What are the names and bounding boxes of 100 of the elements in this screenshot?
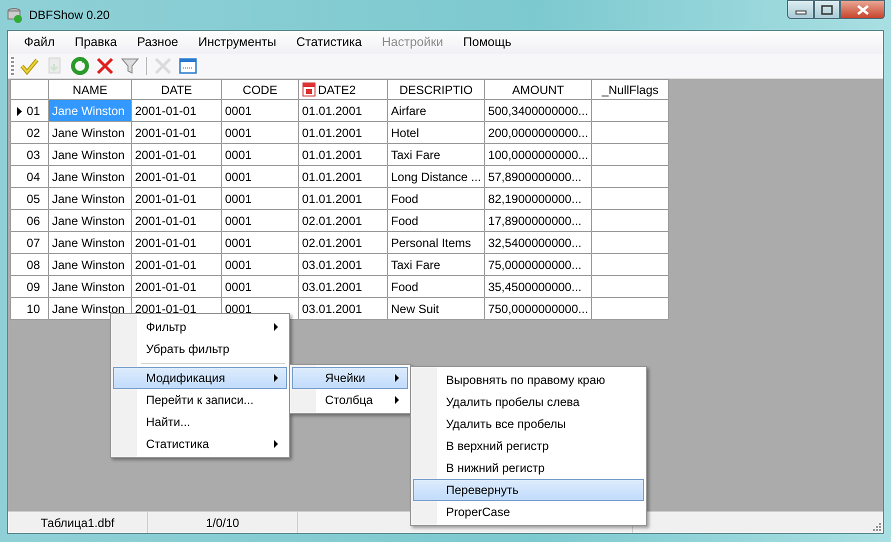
table-cell: Jane Winston bbox=[48, 188, 132, 210]
menu-item[interactable]: Удалить пробелы слева bbox=[413, 391, 644, 413]
table-cell: 0001 bbox=[222, 166, 298, 188]
table-cell: 0001 bbox=[222, 144, 298, 166]
column-header[interactable]: _NullFlags bbox=[592, 80, 669, 100]
table-cell: 75,0000000000... bbox=[484, 254, 592, 276]
table-cell: 82,1900000000... bbox=[484, 188, 592, 210]
close-icon bbox=[856, 4, 870, 14]
refresh-button[interactable] bbox=[69, 55, 91, 77]
table-cell: 01.01.2001 bbox=[298, 122, 388, 144]
menu-item[interactable]: Удалить все пробелы bbox=[413, 413, 644, 435]
menu-item[interactable]: В нижний регистр bbox=[413, 457, 644, 479]
refresh-icon bbox=[70, 56, 90, 76]
table-cell: Personal Items bbox=[388, 232, 485, 254]
menu-item[interactable]: Выровнять по правому краю bbox=[413, 369, 644, 391]
delete-button[interactable] bbox=[94, 55, 116, 77]
delete-icon bbox=[95, 56, 115, 76]
status-panel: 1/0/10 bbox=[148, 512, 298, 533]
table-cell: 02.01.2001 bbox=[298, 210, 388, 232]
table-cell: 57,8900000000... bbox=[484, 166, 592, 188]
column-header[interactable]: AMOUNT bbox=[484, 80, 592, 100]
table-cell: 35,4500000000... bbox=[484, 276, 592, 298]
row-header[interactable]: 07 bbox=[10, 232, 48, 254]
menu-item[interactable]: Перевернуть bbox=[413, 479, 644, 501]
row-header[interactable]: 04 bbox=[10, 166, 48, 188]
window-title: DBFShow 0.20 bbox=[29, 7, 110, 24]
table-cell: Taxi Fare bbox=[388, 144, 485, 166]
calendar-icon bbox=[302, 82, 316, 96]
table-cell: Food bbox=[388, 276, 485, 298]
menu-item[interactable]: Ячейки bbox=[292, 367, 408, 389]
table-cell: 2001-01-01 bbox=[132, 254, 222, 276]
table-cell: 0001 bbox=[222, 188, 298, 210]
row-header[interactable]: 01 bbox=[10, 100, 48, 122]
table-cell: 03.01.2001 bbox=[298, 276, 388, 298]
table-cell: Jane Winston bbox=[48, 100, 132, 122]
table-cell: Long Distance ... bbox=[388, 166, 485, 188]
row-header[interactable]: 08 bbox=[10, 254, 48, 276]
table-cell: 17,8900000000... bbox=[484, 210, 592, 232]
column-header[interactable]: DATE bbox=[132, 80, 222, 100]
table-cell: 2001-01-01 bbox=[132, 122, 222, 144]
table-cell: 03.01.2001 bbox=[298, 298, 388, 320]
minimize-button[interactable] bbox=[787, 0, 814, 19]
row-header[interactable]: 09 bbox=[10, 276, 48, 298]
row-header[interactable]: 03 bbox=[10, 144, 48, 166]
table-cell: Jane Winston bbox=[48, 122, 132, 144]
table-cell: 01.01.2001 bbox=[298, 166, 388, 188]
menu-item[interactable]: Помощь bbox=[453, 31, 522, 54]
table-cell: 03.01.2001 bbox=[298, 254, 388, 276]
menu-item[interactable]: Столбца bbox=[292, 389, 408, 411]
table-cell: 02.01.2001 bbox=[298, 232, 388, 254]
table-cell: 2001-01-01 bbox=[132, 166, 222, 188]
table-cell: 32,5400000000... bbox=[484, 232, 592, 254]
table-cell: Airfare bbox=[388, 100, 485, 122]
column-header[interactable]: NAME bbox=[48, 80, 132, 100]
table-cell: 2001-01-01 bbox=[132, 188, 222, 210]
table-cell: New Suit bbox=[388, 298, 485, 320]
menu-item[interactable]: Инструменты bbox=[188, 31, 286, 54]
close-button[interactable] bbox=[840, 0, 885, 19]
table-cell: 0001 bbox=[222, 122, 298, 144]
menu-item[interactable]: Файл bbox=[14, 31, 65, 54]
table-cell: Food bbox=[388, 210, 485, 232]
table-cell: Jane Winston bbox=[48, 210, 132, 232]
menu-item[interactable]: Найти... bbox=[113, 411, 287, 433]
table-cell: 2001-01-01 bbox=[132, 276, 222, 298]
row-header[interactable]: 10 bbox=[10, 298, 48, 320]
menu-item[interactable]: Убрать фильтр bbox=[113, 338, 287, 360]
menu-item[interactable]: Правка bbox=[64, 31, 127, 54]
menu-item[interactable]: ProperCase bbox=[413, 501, 644, 523]
table-cell: 200,0000000000... bbox=[484, 122, 592, 144]
column-header[interactable]: DATE2 bbox=[298, 80, 388, 100]
table-cell: Jane Winston bbox=[48, 144, 132, 166]
table-cell: 0001 bbox=[222, 254, 298, 276]
table-cell: 01.01.2001 bbox=[298, 100, 388, 122]
column-header[interactable]: DESCRIPTIO bbox=[388, 80, 485, 100]
table-cell: Jane Winston bbox=[48, 254, 132, 276]
table-cell: 0001 bbox=[222, 100, 298, 122]
table-cell: 2001-01-01 bbox=[132, 100, 222, 122]
menu-item[interactable]: Перейти к записи... bbox=[113, 389, 287, 411]
menu-item[interactable]: Статистика bbox=[113, 433, 287, 455]
menu-item[interactable]: Модификация bbox=[113, 367, 287, 389]
maximize-button[interactable] bbox=[814, 0, 840, 19]
row-header[interactable]: 05 bbox=[10, 188, 48, 210]
maximize-icon bbox=[821, 4, 833, 14]
table-cell: 2001-01-01 bbox=[132, 232, 222, 254]
row-header[interactable]: 02 bbox=[10, 122, 48, 144]
menu-item[interactable]: Разное bbox=[126, 31, 188, 54]
check-icon bbox=[20, 56, 40, 76]
column-header[interactable]: CODE bbox=[222, 80, 298, 100]
row-header[interactable]: 06 bbox=[10, 210, 48, 232]
table-cell: Jane Winston bbox=[48, 276, 132, 298]
status-panel: Таблица1.dbf bbox=[8, 512, 148, 533]
table-cell: Jane Winston bbox=[48, 166, 132, 188]
table-cell: 500,3400000000... bbox=[484, 100, 592, 122]
tools-icon bbox=[153, 56, 173, 76]
menu-item[interactable]: Статистика bbox=[286, 31, 372, 54]
table-cell: 2001-01-01 bbox=[132, 144, 222, 166]
table-cell: 01.01.2001 bbox=[298, 188, 388, 210]
menu-item[interactable]: В верхний регистр bbox=[413, 435, 644, 457]
table-cell: 0001 bbox=[222, 210, 298, 232]
table-cell: 0001 bbox=[222, 276, 298, 298]
